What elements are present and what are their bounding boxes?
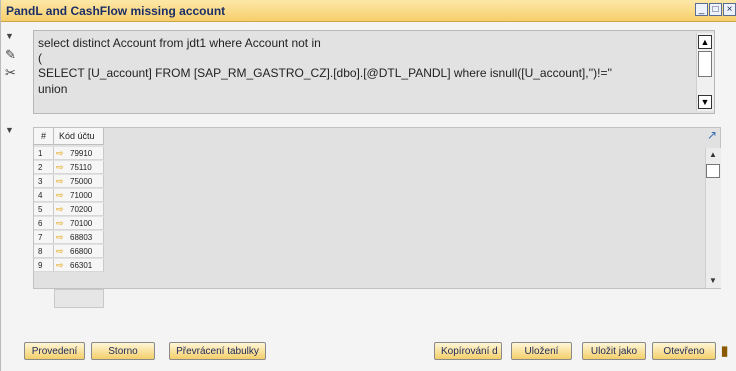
chart-icon[interactable]: ▮ (721, 344, 728, 357)
grid-footer-cell (54, 289, 104, 308)
table-row[interactable]: 1 ⇨ 79910 (34, 147, 104, 160)
grid-header: # Kód účtu (34, 128, 104, 145)
dialog-window: PandL and CashFlow missing account _ □ ×… (0, 0, 736, 371)
copy-button[interactable]: Kopírování d (434, 342, 502, 360)
account-code-cell[interactable]: ⇨ 71000 (54, 189, 104, 202)
scroll-up-icon[interactable]: ▲ (698, 35, 712, 49)
account-code-value: 70100 (70, 219, 93, 228)
row-number: 9 (34, 259, 54, 272)
account-code-value: 71000 (70, 191, 93, 200)
link-arrow-icon[interactable]: ⇨ (56, 147, 68, 160)
table-row[interactable]: 5 ⇨ 70200 (34, 203, 104, 216)
table-row[interactable]: 7 ⇨ 68803 (34, 231, 104, 244)
account-code-cell[interactable]: ⇨ 70100 (54, 217, 104, 230)
account-code-cell[interactable]: ⇨ 70200 (54, 203, 104, 216)
query-line-4: union (38, 82, 68, 96)
row-number: 4 (34, 189, 54, 202)
link-arrow-icon[interactable]: ⇨ (56, 245, 68, 258)
row-number: 7 (34, 231, 54, 244)
table-row[interactable]: 6 ⇨ 70100 (34, 217, 104, 230)
window-title: PandL and CashFlow missing account (6, 4, 226, 18)
query-editor[interactable]: select distinct Account from jdt1 where … (33, 30, 715, 114)
cancel-button[interactable]: Storno (91, 342, 155, 360)
account-code-cell[interactable]: ⇨ 75110 (54, 161, 104, 174)
account-code-value: 66800 (70, 247, 93, 256)
account-code-cell[interactable]: ⇨ 79910 (54, 147, 104, 160)
scroll-thumb[interactable] (698, 51, 712, 77)
table-row[interactable]: 8 ⇨ 66800 (34, 245, 104, 258)
account-code-cell[interactable]: ⇨ 66800 (54, 245, 104, 258)
account-code-cell[interactable]: ⇨ 66301 (54, 259, 104, 272)
link-arrow-icon[interactable]: ⇨ (56, 259, 68, 272)
open-button[interactable]: Otevřeno (652, 342, 716, 360)
result-grid: # Kód účtu 1 ⇨ 79910 2 ⇨ 75110 3 ⇨ 75000 4 ⇨ 71000 5… (33, 127, 721, 308)
row-number: 1 (34, 147, 54, 160)
link-arrow-icon[interactable]: ⇨ (56, 175, 68, 188)
column-header-number[interactable]: # (34, 128, 54, 145)
table-row[interactable]: 9 ⇨ 66301 (34, 259, 104, 272)
column-header-account-code[interactable]: Kód účtu (54, 128, 104, 145)
grid-scroll-up-icon[interactable]: ▲ (709, 150, 717, 159)
row-number: 2 (34, 161, 54, 174)
title-bar[interactable]: PandL and CashFlow missing account _ □ × (1, 0, 736, 22)
account-code-cell[interactable]: ⇨ 75000 (54, 175, 104, 188)
row-number: 3 (34, 175, 54, 188)
grid-scroll-thumb[interactable] (706, 164, 720, 178)
pencil-icon[interactable]: ✎ (5, 48, 16, 61)
link-arrow-icon[interactable]: ⇨ (56, 217, 68, 230)
link-arrow-icon[interactable]: ⇨ (56, 189, 68, 202)
row-number: 6 (34, 217, 54, 230)
execute-button[interactable]: Provedení (24, 342, 85, 360)
query-line-1: select distinct Account from jdt1 where … (38, 36, 321, 50)
table-row[interactable]: 3 ⇨ 75000 (34, 175, 104, 188)
table-row[interactable]: 2 ⇨ 75110 (34, 161, 104, 174)
scissors-icon[interactable]: ✂ (5, 66, 16, 79)
link-arrow-icon[interactable]: ⇨ (56, 231, 68, 244)
save-button[interactable]: Uložení (511, 342, 572, 360)
row-number: 5 (34, 203, 54, 216)
grid-scrollbar[interactable]: ▲ ▼ (705, 148, 721, 288)
grid-link-icon[interactable]: ↗ (707, 128, 717, 142)
query-line-2: ( (38, 51, 42, 65)
table-row[interactable]: 4 ⇨ 71000 (34, 189, 104, 202)
account-code-value: 70200 (70, 205, 93, 214)
account-code-value: 68803 (70, 233, 93, 242)
account-code-value: 75110 (70, 163, 92, 172)
query-scrollbar[interactable]: ▲ ▼ (696, 33, 714, 111)
account-code-value: 66301 (70, 261, 93, 270)
maximize-button[interactable]: □ (709, 3, 722, 16)
query-line-3: SELECT [U_account] FROM [SAP_RM_GASTRO_C… (38, 66, 613, 80)
close-button[interactable]: × (723, 3, 736, 16)
grid-collapse-icon[interactable]: ▼ (5, 124, 14, 137)
link-arrow-icon[interactable]: ⇨ (56, 161, 68, 174)
grid-scroll-down-icon[interactable]: ▼ (709, 276, 717, 285)
minimize-button[interactable]: _ (695, 3, 708, 16)
link-arrow-icon[interactable]: ⇨ (56, 203, 68, 216)
scroll-down-icon[interactable]: ▼ (698, 95, 712, 109)
transpose-table-button[interactable]: Převrácení tabulky (169, 342, 266, 360)
query-collapse-icon[interactable]: ▼ (5, 30, 14, 43)
account-code-cell[interactable]: ⇨ 68803 (54, 231, 104, 244)
account-code-value: 79910 (70, 149, 93, 158)
account-code-value: 75000 (70, 177, 93, 186)
row-number: 8 (34, 245, 54, 258)
save-as-button[interactable]: Uložit jako (582, 342, 646, 360)
